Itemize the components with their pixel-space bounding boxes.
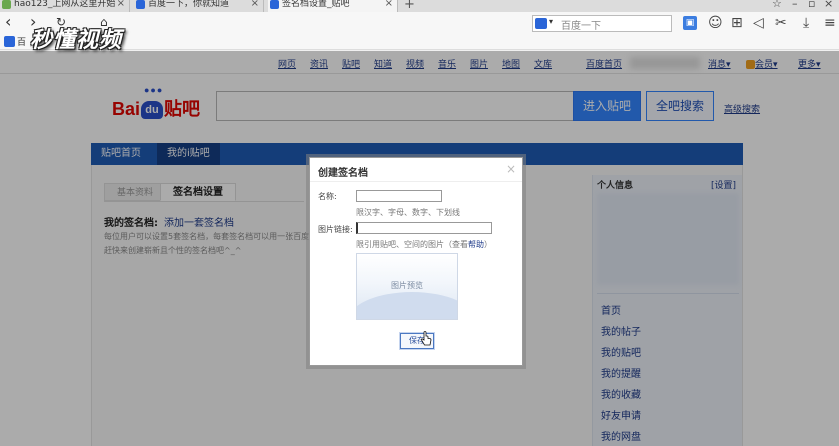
- image-link-hint-text: 限引用贴吧、空间的图片（: [356, 240, 452, 249]
- tab-label: hao123_上网从这里开始: [14, 0, 116, 9]
- new-tab-icon[interactable]: +: [404, 0, 415, 12]
- image-link-label: 图片链接:: [318, 225, 353, 234]
- help-link[interactable]: 帮助: [468, 240, 484, 249]
- tab-close-icon[interactable]: ×: [385, 0, 393, 10]
- image-link-input[interactable]: [356, 222, 492, 234]
- name-hint: 限汉字、字母、数字、下划线: [356, 208, 460, 217]
- search-engine-dropdown-icon[interactable]: ▾: [549, 17, 553, 26]
- scissors-icon[interactable]: ✂: [775, 14, 787, 32]
- bookmarks-bar: 百: [0, 34, 839, 50]
- restore-icon[interactable]: ▫: [808, 0, 815, 10]
- image-link-hint-view: 查看: [452, 240, 468, 249]
- back-icon[interactable]: ‹: [5, 12, 11, 32]
- browser-tab-bar: hao123_上网从这里开始 × 百度一下，你就知道 × 签名档设置_贴吧 × …: [0, 0, 839, 12]
- create-signature-dialog: 创建签名档 × 名称: 限汉字、字母、数字、下划线 图片链接: 限引用贴吧、空间…: [309, 157, 523, 366]
- browser-search-placeholder: 百度一下: [561, 21, 601, 32]
- browser-tab-baidu[interactable]: 百度一下，你就知道 ×: [134, 0, 264, 12]
- download-icon[interactable]: ⤓: [803, 14, 809, 32]
- menu-icon[interactable]: ≡: [824, 14, 836, 32]
- extension-icon[interactable]: ▣: [683, 16, 697, 30]
- tab-close-icon[interactable]: ×: [117, 0, 125, 10]
- speaker-icon[interactable]: ◁: [753, 14, 764, 32]
- apps-grid-icon[interactable]: ⊞: [731, 14, 743, 32]
- image-link-hint-end: ）: [484, 240, 492, 249]
- minimize-icon[interactable]: –: [792, 0, 798, 10]
- favorite-icon[interactable]: ☆: [772, 0, 782, 10]
- browser-tab-hao123[interactable]: hao123_上网从这里开始 ×: [0, 0, 130, 12]
- video-watermark-logo: 秒懂视频: [30, 27, 123, 53]
- name-label: 名称:: [318, 192, 337, 201]
- dialog-header: 创建签名档 ×: [310, 158, 522, 182]
- chat-icon[interactable]: ☺: [708, 14, 723, 32]
- tab-label: 百度一下，你就知道: [148, 0, 230, 9]
- tab-close-icon[interactable]: ×: [251, 0, 259, 10]
- image-preview-box: 图片预览: [356, 253, 458, 320]
- tab-label: 签名档设置_贴吧: [282, 0, 350, 9]
- image-link-hint: 限引用贴吧、空间的图片（查看帮助）: [356, 239, 492, 250]
- tieba-favicon-icon: [270, 0, 279, 9]
- hao123-favicon-icon: [2, 0, 11, 9]
- close-icon[interactable]: ×: [506, 162, 516, 176]
- baidu-search-engine-icon: [535, 18, 547, 29]
- hand-cursor-icon: [420, 331, 432, 346]
- dialog-title: 创建签名档: [318, 168, 368, 179]
- window-close-icon[interactable]: ×: [824, 0, 833, 10]
- bookmark-baidu[interactable]: 百: [17, 35, 26, 48]
- browser-search-box[interactable]: ▾ 百度一下: [532, 15, 672, 32]
- baidu-favicon-icon: [136, 0, 145, 9]
- preview-placeholder-shape: [357, 292, 457, 319]
- baidu-bookmark-icon: [4, 36, 15, 47]
- browser-tab-signature[interactable]: 签名档设置_贴吧 ×: [268, 0, 398, 12]
- signature-name-input[interactable]: [356, 190, 442, 202]
- browser-toolbar: ‹ › ↻ ⌂ ▾ 百度一下 ▣ ☺ ⊞ ◁ ✂ ⤓ ≡: [0, 12, 839, 34]
- image-preview-text: 图片预览: [391, 281, 423, 290]
